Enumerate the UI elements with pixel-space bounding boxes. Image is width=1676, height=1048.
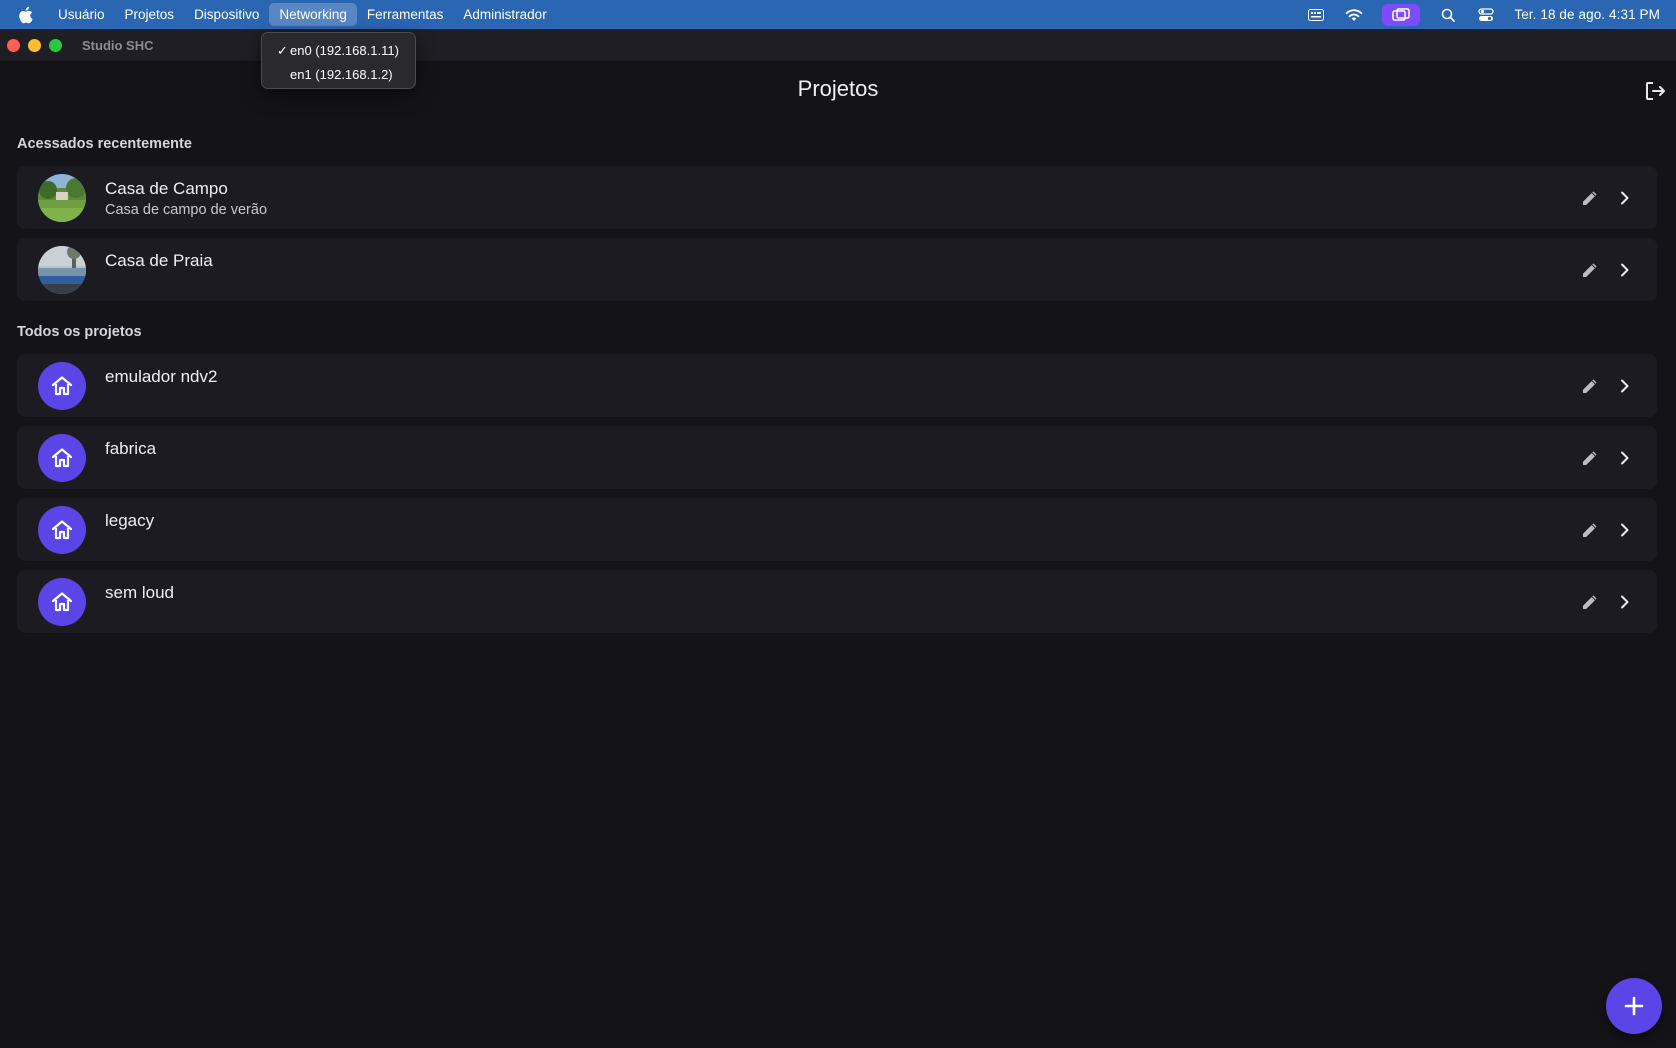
traffic-lights: [7, 38, 62, 52]
project-subtitle: Casa de campo de verão: [105, 202, 268, 218]
chevron-right-icon[interactable]: [1613, 186, 1637, 210]
project-title: sem loud: [105, 583, 174, 602]
edit-icon[interactable]: [1578, 518, 1602, 542]
edit-icon[interactable]: [1578, 258, 1602, 282]
keyboard-icon[interactable]: [1306, 5, 1326, 25]
project-card-fabrica[interactable]: fabrica: [17, 426, 1657, 489]
dropdown-item-label: en1 (192.168.1.2): [290, 67, 393, 82]
recent-section-label: Acessados recentemente: [17, 136, 192, 152]
menu-dispositivo[interactable]: Dispositivo: [184, 3, 269, 26]
project-card-emulador-ndv2[interactable]: emulador ndv2: [17, 354, 1657, 417]
networking-dropdown: ✓ en0 (192.168.1.11) en1 (192.168.1.2): [261, 32, 416, 89]
chevron-right-icon[interactable]: [1613, 258, 1637, 282]
maximize-window-button[interactable]: [49, 38, 62, 52]
chevron-right-icon[interactable]: [1613, 518, 1637, 542]
project-card-legacy[interactable]: legacy: [17, 498, 1657, 561]
project-card-casa-de-praia[interactable]: Casa de Praia: [17, 238, 1657, 301]
project-title: legacy: [105, 511, 155, 530]
close-window-button[interactable]: [7, 38, 20, 52]
screen-mirroring-icon[interactable]: [1382, 3, 1421, 26]
home-icon: [38, 434, 86, 482]
chevron-right-icon[interactable]: [1613, 374, 1637, 398]
home-icon: [38, 506, 86, 554]
project-title: Casa de Praia: [105, 251, 213, 270]
dropdown-item-label: en0 (192.168.1.11): [290, 43, 399, 58]
chevron-right-icon[interactable]: [1613, 590, 1637, 614]
project-avatar-photo: [38, 174, 86, 222]
menu-bar: Usuário Projetos Dispositivo Networking …: [0, 0, 1676, 29]
all-projects-section-label: Todos os projetos: [17, 324, 142, 340]
edit-icon[interactable]: [1578, 446, 1602, 470]
edit-icon[interactable]: [1578, 374, 1602, 398]
project-title: fabrica: [105, 439, 157, 458]
dropdown-item-en0[interactable]: ✓ en0 (192.168.1.11): [262, 39, 415, 63]
project-title: emulador ndv2: [105, 367, 218, 386]
window-title: Studio SHC: [82, 37, 154, 53]
dropdown-item-en1[interactable]: en1 (192.168.1.2): [262, 63, 415, 87]
menu-administrador[interactable]: Administrador: [453, 3, 556, 26]
add-project-button[interactable]: [1606, 978, 1662, 1034]
page-title: Projetos: [797, 76, 879, 101]
logout-icon[interactable]: [1643, 79, 1667, 103]
menu-networking[interactable]: Networking: [269, 3, 357, 26]
control-center-icon[interactable]: [1476, 5, 1496, 25]
apple-icon[interactable]: [16, 6, 34, 24]
edit-icon[interactable]: [1578, 590, 1602, 614]
wifi-icon[interactable]: [1344, 5, 1364, 25]
home-icon: [38, 362, 86, 410]
project-title: Casa de Campo: [105, 179, 228, 198]
menu-projetos[interactable]: Projetos: [115, 3, 185, 26]
minimize-window-button[interactable]: [28, 38, 41, 52]
menubar-clock[interactable]: Ter. 18 de ago. 4:31 PM: [1514, 7, 1660, 22]
project-card-sem-loud[interactable]: sem loud: [17, 570, 1657, 633]
menu-usuario[interactable]: Usuário: [48, 3, 115, 26]
project-avatar-photo: [38, 246, 86, 294]
checkmark-icon: ✓: [277, 43, 288, 58]
window-titlebar: Studio SHC: [0, 29, 1676, 62]
edit-icon[interactable]: [1578, 186, 1602, 210]
plus-icon: [1624, 996, 1644, 1016]
home-icon: [38, 578, 86, 626]
project-card-casa-de-campo[interactable]: Casa de Campo Casa de campo de verão: [17, 166, 1657, 229]
menu-ferramentas[interactable]: Ferramentas: [357, 3, 454, 26]
chevron-right-icon[interactable]: [1613, 446, 1637, 470]
checkmark-icon: [277, 63, 290, 87]
search-icon[interactable]: [1438, 5, 1458, 25]
